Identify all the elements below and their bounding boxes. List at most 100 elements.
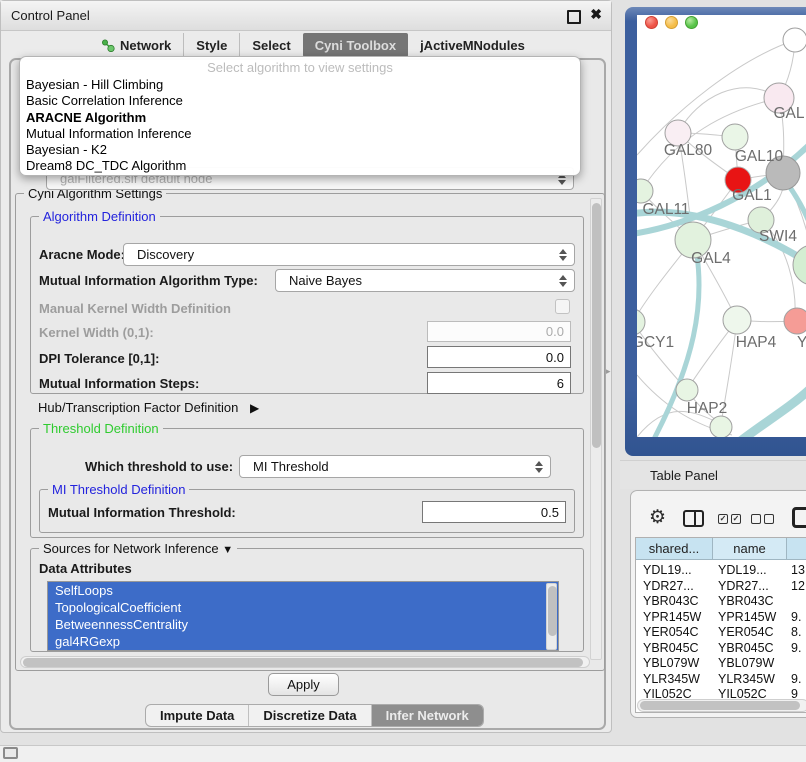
algorithm-definition-group: Algorithm Definition Aracne Mode: Discov… — [30, 216, 584, 394]
network-graph[interactable]: GAL GAL80 GAL10 GAL1 GAL11 SWI4 GAL4 GCY… — [637, 15, 806, 437]
kernel-width-value: 0.0 — [546, 324, 564, 339]
settings-vertical-scrollbar[interactable] — [590, 198, 602, 660]
cell-col3: 13 — [791, 563, 805, 577]
algorithm-option[interactable]: Dream8 DC_TDC Algorithm — [26, 158, 191, 174]
combo-spinner-icon — [558, 249, 567, 261]
tab-discretize-data[interactable]: Discretize Data — [248, 705, 370, 726]
tab-style-label: Style — [196, 38, 227, 53]
column-header-3[interactable] — [787, 538, 806, 560]
table-row[interactable]: YBL079WYBL079W — [636, 656, 806, 672]
table-panel-bar: Table Panel — [620, 460, 806, 489]
tab-cyni-toolbox[interactable]: Cyni Toolbox — [303, 33, 408, 57]
list-item[interactable]: BetweennessCentrality — [48, 616, 558, 633]
node-label: GAL10 — [735, 148, 784, 165]
node-hap2[interactable] — [676, 379, 698, 401]
checked-box-icon: ✓ — [718, 514, 728, 524]
document-icon[interactable] — [792, 507, 806, 528]
close-icon[interactable]: ✖ — [590, 6, 602, 23]
node-table[interactable]: shared... name YDL19...YDL19...13 YDR27.… — [635, 537, 806, 713]
tab-cyni-toolbox-label: Cyni Toolbox — [315, 38, 396, 53]
tab-infer-network-label: Infer Network — [386, 708, 469, 723]
splitpane-handle-icon[interactable]: ▸ — [606, 366, 611, 377]
table-row[interactable]: YPR145WYPR145W9. — [636, 610, 806, 626]
mi-steps-field[interactable]: 6 — [427, 372, 571, 394]
mi-algorithm-type-combobox[interactable]: Naive Bayes — [275, 269, 575, 292]
tab-infer-network[interactable]: Infer Network — [371, 705, 483, 726]
control-panel-tabbar: Network Style Select Cyni Toolbox jActiv… — [89, 33, 537, 57]
select-all-icon[interactable]: ✓ ✓ — [718, 514, 741, 524]
node-label: GCY1 — [637, 334, 674, 351]
gear-icon[interactable]: ⚙ — [649, 506, 666, 529]
algorithm-option-selected[interactable]: ARACNE Algorithm — [26, 110, 191, 126]
hub-definition-toggle[interactable]: Hub/Transcription Factor Definition ▶ — [38, 400, 259, 415]
apply-button[interactable]: Apply — [268, 673, 339, 696]
column-header-name[interactable]: name — [713, 538, 787, 560]
node-gcy1[interactable] — [637, 309, 645, 335]
aracne-mode-combobox[interactable]: Discovery — [123, 243, 575, 266]
data-attributes-list[interactable]: SelfLoops TopologicalCoefficient Between… — [47, 581, 559, 651]
node-unlabeled[interactable] — [783, 28, 806, 52]
cell-name: YBR045C — [718, 641, 774, 655]
tab-impute-data[interactable]: Impute Data — [146, 705, 248, 726]
table-row[interactable]: YER054CYER054C8. — [636, 625, 806, 641]
tab-select[interactable]: Select — [239, 33, 302, 57]
dpi-tolerance-field[interactable]: 0.0 — [427, 346, 571, 368]
table-row[interactable]: YDR27...YDR27...12 — [636, 579, 806, 595]
collapse-arrow-icon[interactable]: ▼ — [222, 544, 233, 556]
bottom-tabbar: Impute Data Discretize Data Infer Networ… — [145, 704, 484, 727]
list-vertical-scrollbar[interactable] — [546, 583, 557, 650]
expand-arrow-icon: ▶ — [250, 401, 259, 415]
table-row[interactable]: YBR045CYBR045C9. — [636, 641, 806, 657]
float-window-icon[interactable] — [567, 10, 581, 24]
column-header-shared[interactable]: shared... — [636, 538, 713, 560]
cell-shared: YLR345W — [643, 672, 700, 686]
node-gal10[interactable] — [722, 124, 748, 150]
tab-style[interactable]: Style — [183, 33, 239, 57]
mi-algorithm-type-value: Naive Bayes — [276, 273, 558, 288]
table-row[interactable]: YLR345WYLR345W9. — [636, 672, 806, 688]
algorithm-option[interactable]: Bayesian - Hill Climbing — [26, 77, 191, 93]
node-label: SWI4 — [759, 228, 797, 245]
algorithm-option[interactable]: Mutual Information Inference — [26, 126, 191, 142]
settings-hscroll-thumb[interactable] — [23, 658, 583, 667]
table-row[interactable]: YDL19...YDL19...13 — [636, 563, 806, 579]
combo-spinner-icon — [534, 461, 543, 473]
which-threshold-combobox[interactable]: MI Threshold — [239, 455, 551, 478]
control-panel-titlebar: Control Panel ✖ — [1, 1, 611, 31]
algorithm-option[interactable]: Bayesian - K2 — [26, 142, 191, 158]
algorithm-option[interactable]: Basic Correlation Inference — [26, 93, 191, 109]
node-salmon[interactable] — [784, 308, 806, 334]
threshold-definition-legend: Threshold Definition — [39, 421, 163, 436]
dpi-tolerance-value: 0.0 — [546, 350, 564, 365]
cell-shared: YBL079W — [643, 656, 699, 670]
tab-network[interactable]: Network — [89, 33, 183, 57]
table-horizontal-scrollbar[interactable] — [637, 699, 806, 712]
settings-horizontal-scrollbar[interactable] — [20, 656, 590, 668]
settings-vscroll-thumb[interactable] — [592, 203, 601, 448]
cell-name: YER054C — [718, 625, 774, 639]
tab-jactivemnodules[interactable]: jActiveMNodules — [408, 33, 537, 57]
sources-group: Sources for Network Inference ▼ Data Att… — [30, 548, 584, 652]
table-row[interactable]: YBR043CYBR043C — [636, 594, 806, 610]
columns-icon[interactable] — [683, 510, 704, 527]
cell-col3: 9. — [791, 672, 801, 686]
list-item[interactable]: gal4RGexp — [48, 633, 558, 650]
manual-kernel-width-checkbox[interactable] — [555, 299, 570, 314]
kernel-width-field[interactable]: 0.0 — [427, 321, 571, 342]
mi-threshold-definition-group: MI Threshold Definition Mutual Informati… — [39, 489, 575, 533]
dpi-tolerance-label: DPI Tolerance [0,1]: — [39, 351, 159, 366]
deselect-all-icon[interactable] — [751, 514, 774, 524]
node-gal11[interactable] — [637, 179, 653, 203]
list-item[interactable]: SelfLoops — [48, 582, 558, 599]
node-label: GAL4 — [691, 250, 731, 267]
mi-threshold-field[interactable]: 0.5 — [422, 501, 566, 523]
manual-kernel-width-label: Manual Kernel Width Definition — [39, 301, 231, 316]
unchecked-box-icon — [751, 514, 761, 524]
node-hap4[interactable] — [723, 306, 751, 334]
list-item[interactable]: TopologicalCoefficient — [48, 599, 558, 616]
collapsed-panel-icon[interactable] — [3, 747, 18, 759]
table-hscroll-thumb[interactable] — [640, 701, 800, 710]
node-label: GAL — [773, 105, 804, 122]
list-vscroll-thumb[interactable] — [548, 586, 557, 636]
node-bottom[interactable] — [710, 416, 732, 437]
